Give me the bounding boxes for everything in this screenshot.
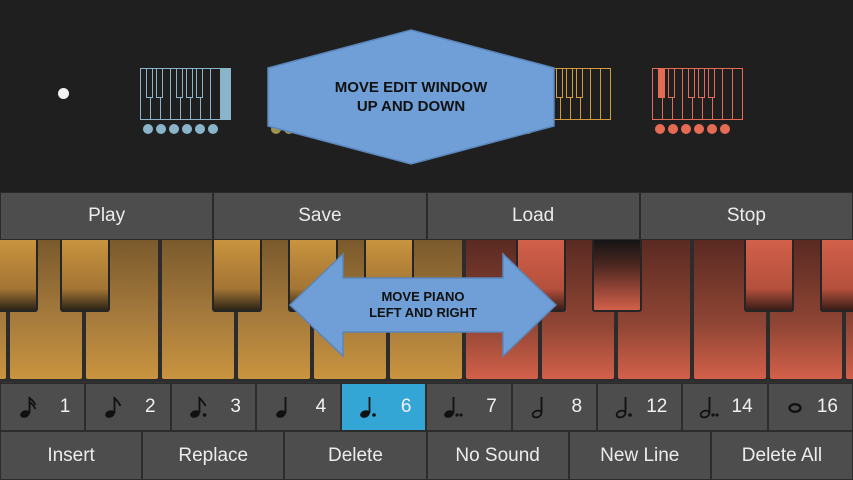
edit-window-hint: MOVE EDIT WINDOW UP AND DOWN [334, 79, 488, 115]
octave-dot [169, 124, 179, 134]
insert-button[interactable]: Insert [0, 431, 143, 480]
mini-white-key [600, 68, 611, 120]
mini-black-key [576, 68, 583, 98]
octave-dot [681, 124, 691, 134]
load-button[interactable]: Load [426, 192, 640, 240]
octave-dot [668, 124, 678, 134]
delete-all-button[interactable]: Delete All [710, 431, 853, 480]
mini-white-key [220, 68, 231, 120]
mini-white-key [732, 68, 743, 120]
duration-value: 8 [571, 396, 583, 417]
octave-dot [182, 124, 192, 134]
scroll-position-dot [58, 88, 69, 99]
piano-black-key[interactable] [744, 240, 794, 312]
piano-black-key[interactable] [212, 240, 262, 312]
duration-button-3[interactable]: 3 [170, 383, 256, 431]
piano-black-key[interactable] [592, 240, 642, 312]
piano-black-key[interactable] [0, 240, 38, 312]
mini-black-key [556, 68, 563, 98]
stop-button[interactable]: Stop [639, 192, 853, 240]
replace-button[interactable]: Replace [142, 431, 285, 480]
octave-dot [156, 124, 166, 134]
double-dotted-quarter-note-icon [444, 397, 464, 418]
octave-dot [143, 124, 153, 134]
save-button[interactable]: Save [213, 192, 427, 240]
mini-black-key [698, 68, 705, 98]
duration-button-7[interactable]: 7 [426, 383, 512, 431]
duration-value: 1 [59, 396, 71, 417]
note-duration-bar: 1 2 3 4 6 7 8 12 14 16 [0, 383, 853, 431]
control-bar: Play Save Load Stop [0, 192, 853, 240]
quarter-note-icon [276, 397, 287, 418]
piano-black-key[interactable] [60, 240, 110, 312]
duration-value: 12 [646, 396, 668, 417]
mini-black-key [176, 68, 183, 98]
duration-value: 7 [486, 396, 497, 417]
whole-note-icon [787, 402, 802, 413]
duration-value: 3 [230, 396, 241, 417]
no-sound-button[interactable]: No Sound [426, 431, 569, 480]
octave-dot [195, 124, 205, 134]
mini-black-key [566, 68, 573, 98]
duration-value: 4 [315, 396, 327, 417]
mini-black-key [688, 68, 695, 98]
duration-value: 2 [145, 396, 156, 417]
mini-black-key [708, 68, 715, 98]
sixteenth-note-icon [20, 396, 37, 418]
duration-value: 16 [816, 396, 838, 417]
duration-value: 6 [400, 396, 412, 417]
duration-button-16[interactable]: 16 [767, 383, 853, 431]
new-line-button[interactable]: New Line [568, 431, 711, 480]
dotted-half-note-icon [615, 397, 632, 419]
mini-black-key [658, 68, 665, 98]
octave-dot [694, 124, 704, 134]
piano-overview[interactable]: MOVE EDIT WINDOW UP AND DOWN [0, 0, 853, 192]
octave-dot [655, 124, 665, 134]
duration-button-1[interactable]: 1 [0, 383, 86, 431]
piano-move-hint: MOVE PIANO LEFT AND RIGHT [369, 289, 477, 320]
mini-black-key [668, 68, 675, 98]
duration-button-6[interactable]: 6 [341, 383, 427, 431]
duration-button-2[interactable]: 2 [85, 383, 171, 431]
eighth-note-icon [105, 395, 122, 418]
mini-black-key [186, 68, 193, 98]
mini-black-key [146, 68, 153, 98]
double-dotted-half-note-icon [700, 397, 719, 419]
dotted-eighth-note-icon [189, 395, 206, 418]
dotted-quarter-note-icon [360, 397, 376, 418]
duration-button-14[interactable]: 14 [682, 383, 768, 431]
octave-dot [208, 124, 218, 134]
duration-button-4[interactable]: 4 [255, 383, 342, 431]
piano-black-key[interactable] [820, 240, 853, 312]
octave-dot [720, 124, 730, 134]
delete-button[interactable]: Delete [284, 431, 427, 480]
octave-dot [707, 124, 717, 134]
mini-black-key [196, 68, 203, 98]
play-button[interactable]: Play [0, 192, 214, 240]
action-bar: Insert Replace Delete No Sound New Line … [0, 431, 853, 480]
duration-button-12[interactable]: 12 [597, 383, 683, 431]
duration-button-8[interactable]: 8 [511, 383, 598, 431]
half-note-icon [531, 397, 543, 419]
mini-black-key [156, 68, 163, 98]
duration-value: 14 [731, 396, 753, 417]
